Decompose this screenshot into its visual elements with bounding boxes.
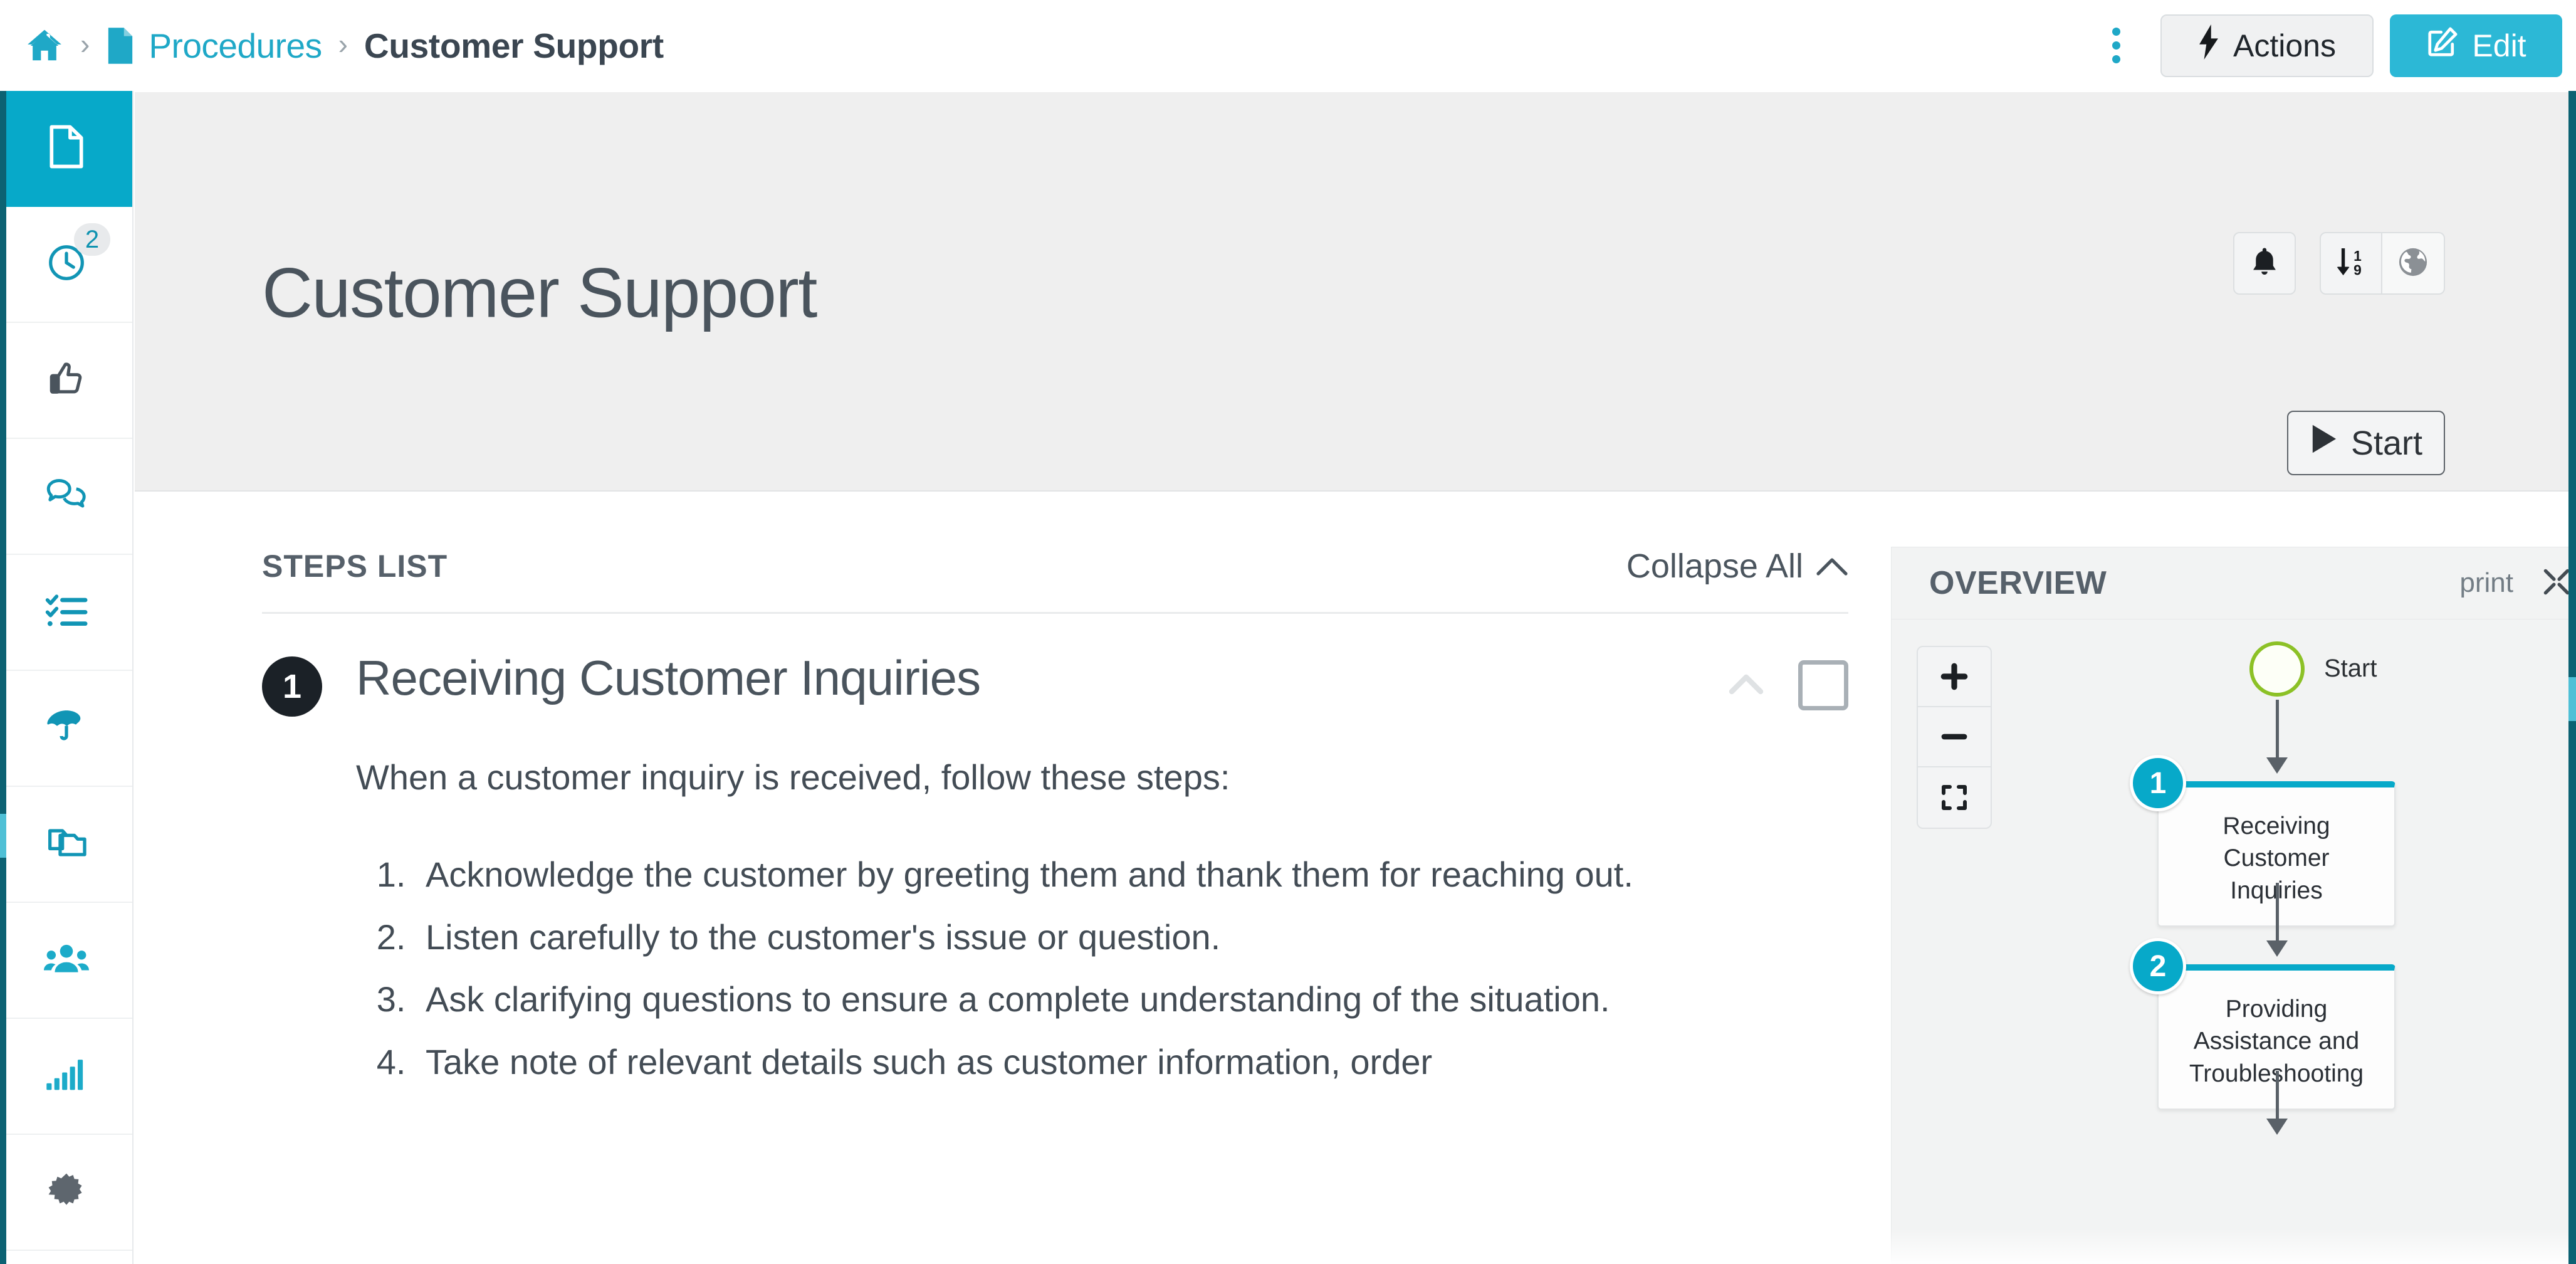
checklist-icon (45, 593, 88, 631)
flow-arrow-1-to-2 (2266, 883, 2288, 957)
sidebar-item-people[interactable] (0, 903, 132, 1019)
top-bar-actions: Actions Edit (2094, 14, 2576, 77)
flow-start-node[interactable] (2249, 641, 2305, 697)
globe-icon (2397, 246, 2429, 282)
umbrella-icon (45, 708, 88, 748)
sidebar-item-tasks[interactable] (0, 555, 132, 671)
breadcrumb: › Procedures › Customer Support (0, 26, 664, 66)
zoom-in-button[interactable] (1918, 647, 1991, 707)
overview-header: OVERVIEW print (1892, 547, 2576, 619)
play-icon (2310, 423, 2338, 463)
step-number-badge: 1 (262, 656, 322, 717)
flow-node-1-number: 1 (2130, 755, 2186, 811)
users-group-icon (43, 942, 89, 978)
notifications-button[interactable] (2233, 232, 2296, 295)
step-title: Receiving Customer Inquiries (356, 650, 981, 705)
sort-order-button[interactable]: 1 9 (2320, 232, 2382, 295)
steps-list-header: STEPS LIST Collapse All (262, 547, 1848, 614)
left-scrollbar[interactable] (0, 91, 6, 1264)
chat-bubbles-icon (45, 476, 88, 517)
sidebar-item-approvals[interactable] (0, 323, 132, 439)
step-header-controls (1728, 653, 1848, 710)
document-page-icon (47, 125, 86, 172)
step-checkbox[interactable] (1798, 660, 1848, 710)
step-ordered-list: Acknowledge the customer by greeting the… (416, 846, 1663, 1090)
step-collapse-chevron-up-icon[interactable] (1728, 673, 1764, 698)
flow-arrow-2-to-next (2266, 1071, 2288, 1135)
print-link[interactable]: print (2459, 567, 2513, 599)
list-item: Take note of relevant details such as cu… (416, 1034, 1663, 1090)
steps-list-panel: STEPS LIST Collapse All 1 Receiving Cust… (262, 547, 1848, 1096)
actions-button-label: Actions (2233, 28, 2336, 63)
gear-burst-icon (46, 1171, 86, 1213)
page-header-icon-buttons: 1 9 (2233, 232, 2445, 295)
fit-to-screen-button[interactable] (1918, 767, 1991, 828)
collapse-all-button[interactable]: Collapse All (1626, 547, 1848, 586)
flow-start-label: Start (2324, 655, 2377, 682)
right-scrollbar-thumb[interactable] (2568, 677, 2576, 721)
sidebar-item-history[interactable]: 2 (0, 207, 132, 323)
bell-icon (2250, 246, 2279, 281)
document-icon (106, 27, 135, 64)
overview-panel: OVERVIEW print Start 1 Receiving Custome… (1891, 547, 2576, 1264)
breadcrumb-separator-2: › (338, 27, 348, 60)
history-badge: 2 (74, 223, 110, 256)
collapse-all-label: Collapse All (1626, 547, 1803, 585)
list-item: Acknowledge the customer by greeting the… (416, 846, 1663, 903)
sidebar-item-comments[interactable] (0, 439, 132, 555)
list-item: Ask clarifying questions to ensure a com… (416, 971, 1663, 1028)
overview-heading: OVERVIEW (1929, 565, 2107, 601)
main-content: STEPS LIST Collapse All 1 Receiving Cust… (135, 493, 2576, 1264)
page-header: Customer Support 1 9 Start (135, 92, 2568, 492)
steps-list-heading: STEPS LIST (262, 549, 448, 584)
svg-text:9: 9 (2353, 261, 2362, 278)
thumbs-up-icon (46, 359, 86, 402)
language-button[interactable] (2382, 232, 2445, 295)
flow-arrow-start-to-1 (2266, 700, 2288, 774)
actions-button[interactable]: Actions (2160, 14, 2374, 77)
sidebar-item-reports[interactable] (0, 1019, 132, 1135)
sidebar-item-copies[interactable] (0, 787, 132, 903)
edit-button-label: Edit (2472, 28, 2526, 63)
list-item: Listen carefully to the customer's issue… (416, 909, 1663, 966)
overview-tools: print (2459, 566, 2576, 601)
sort-numeric-down-icon: 1 9 (2333, 246, 2369, 282)
edit-button[interactable]: Edit (2390, 14, 2562, 77)
more-vertical-icon[interactable] (2094, 18, 2138, 74)
sidebar-item-documents[interactable] (0, 91, 132, 207)
home-icon[interactable] (25, 26, 64, 65)
step-header-row[interactable]: 1 Receiving Customer Inquiries (262, 650, 1848, 717)
page-title: Customer Support (262, 253, 817, 332)
flow-node-2-number: 2 (2130, 938, 2186, 994)
top-bar: › Procedures › Customer Support Actions (0, 0, 2576, 91)
zoom-controls (1917, 646, 1992, 829)
step-intro-text: When a customer inquiry is received, fol… (356, 757, 1230, 797)
breadcrumb-separator: › (80, 27, 90, 60)
expand-arrows-icon[interactable] (2542, 567, 2571, 599)
page-header-icon-group: 1 9 (2320, 232, 2445, 295)
start-button-label: Start (2350, 424, 2422, 462)
pencil-square-icon (2426, 25, 2459, 66)
sidebar-item-settings[interactable] (0, 1135, 132, 1251)
overview-canvas[interactable]: Start 1 Receiving Customer Inquiries 2 P… (1892, 619, 2576, 1264)
start-button[interactable]: Start (2286, 411, 2445, 475)
breadcrumb-current: Customer Support (364, 26, 664, 65)
bar-chart-icon (46, 1058, 87, 1094)
left-sidebar: 2 (0, 91, 134, 1264)
sidebar-item-risk[interactable] (0, 671, 132, 787)
breadcrumb-procedures-link[interactable]: Procedures (149, 26, 322, 66)
right-scrollbar[interactable] (2568, 91, 2576, 1264)
copy-documents-icon (46, 824, 86, 864)
bolt-icon (2198, 24, 2219, 67)
left-scrollbar-thumb[interactable] (0, 814, 6, 858)
zoom-out-button[interactable] (1918, 707, 1991, 767)
chevron-up-icon (1816, 547, 1848, 586)
